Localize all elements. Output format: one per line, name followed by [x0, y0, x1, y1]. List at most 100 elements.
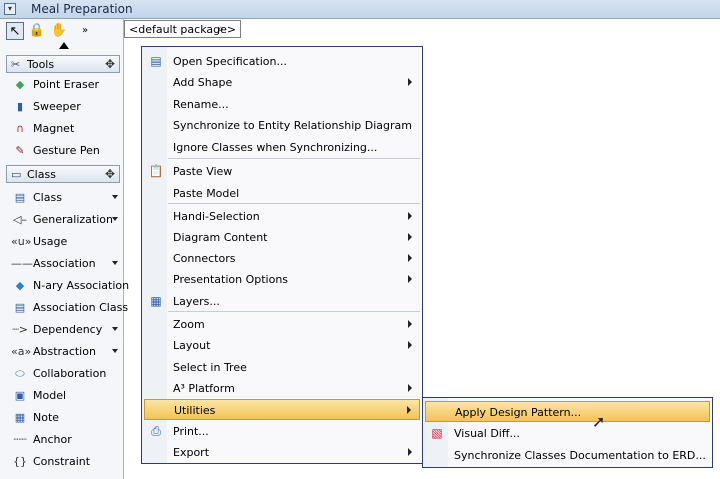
palette-item-label: Note — [33, 411, 60, 424]
visual-diff-icon: ▧ — [431, 426, 443, 440]
layers-icon: ▦ — [150, 294, 162, 308]
palette-item[interactable]: ◁– Generalization — [9, 209, 121, 231]
menu-item[interactable]: Zoom — [144, 314, 420, 335]
menu-item-label: Ignore Classes when Synchronizing... — [173, 141, 378, 154]
menu-separator — [168, 311, 420, 312]
submenu-arrow-icon — [408, 78, 412, 86]
palette-item[interactable]: ┈> Dependency — [9, 319, 121, 341]
submenu-arrow-icon — [408, 254, 412, 262]
menu-item[interactable]: ▦ Layers... — [144, 291, 420, 312]
palette-item[interactable]: «u» Usage — [9, 231, 121, 253]
generalization-icon: ◁– — [13, 213, 27, 226]
menu-item[interactable]: ▤ Open Specification... — [144, 51, 420, 72]
menu-item[interactable]: 📋 Paste View — [144, 161, 420, 182]
palette-item-label: Collaboration — [33, 367, 107, 380]
menu-item[interactable]: ⎙ Print... — [144, 421, 420, 442]
palette-item[interactable]: ┈┈ Anchor — [9, 429, 121, 451]
eraser-icon: ◆ — [15, 78, 25, 91]
palette-item-label: Model — [33, 389, 67, 402]
abstraction-icon: «a» — [11, 345, 32, 358]
palette-item-label: Association Class — [33, 301, 129, 314]
menu-separator — [168, 158, 420, 159]
window-menu-icon[interactable]: ▾ — [4, 3, 16, 15]
menu-item-label: Presentation Options — [173, 273, 289, 286]
palette-item[interactable]: ▤ Association Class — [9, 297, 128, 319]
palette-item[interactable]: ◆ N-ary Association — [9, 275, 129, 297]
menu-item[interactable]: Handi-Selection — [144, 206, 420, 227]
menu-item-label: Handi-Selection — [173, 210, 260, 223]
lock-icon[interactable]: 🔒 — [28, 22, 46, 40]
palette-group-0[interactable]: ✂ Tools ✥ — [6, 55, 120, 73]
palette-item[interactable]: ▣ Model — [9, 385, 121, 407]
palette-item-label: Class — [33, 191, 62, 204]
pin-icon[interactable]: ✥ — [105, 57, 115, 71]
menu-item[interactable]: Add Shape — [144, 72, 420, 93]
menu-item[interactable]: Synchronize to Entity Relationship Diagr… — [144, 115, 420, 136]
menu-item-label: Select in Tree — [173, 361, 247, 374]
search-icon[interactable]: ⌕ — [218, 24, 224, 35]
palette-item[interactable]: ✎ Gesture Pen — [9, 140, 121, 162]
palette-item[interactable]: ▮ Sweeper — [9, 96, 121, 118]
menu-item-label: Diagram Content — [173, 231, 268, 244]
palette-item[interactable]: «a» Abstraction — [9, 341, 121, 363]
association-icon: —— — [11, 257, 33, 270]
palette-group-1[interactable]: ▭ Class ✥ — [6, 165, 120, 183]
palette-item[interactable]: ∩ Magnet — [9, 118, 121, 140]
model-icon: ▣ — [14, 389, 26, 402]
diagram-toolbar-palette: ↖ 🔒 ✋ » ✂ Tools ✥ ◆ Point Eraser ▮ Sweeper… — [0, 19, 129, 479]
menu-item[interactable]: Diagram Content — [144, 227, 420, 248]
palette-toolstrip: ↖ 🔒 ✋ » — [6, 20, 118, 54]
nary-association-icon: ◆ — [15, 279, 25, 292]
menu-item[interactable]: A³ Platform — [144, 378, 420, 399]
submenu-item[interactable]: ▧ Visual Diff... — [425, 423, 710, 444]
menu-item-label: Print... — [173, 425, 209, 438]
palette-item[interactable]: ◆ Point Eraser — [9, 74, 121, 96]
menu-item-label: Rename... — [173, 98, 229, 111]
palette-item[interactable]: ▤ Class — [9, 187, 121, 209]
palette-item[interactable]: ▦ Note — [9, 407, 121, 429]
submenu-item[interactable]: Synchronize Classes Documentation to ERD… — [425, 445, 710, 466]
menu-item[interactable]: Layout — [144, 335, 420, 356]
print-icon: ⎙ — [151, 424, 161, 438]
submenu-arrow-icon — [408, 320, 412, 328]
expand-chevron-icon[interactable]: » — [76, 22, 94, 40]
dropdown-arrow-icon[interactable] — [112, 327, 118, 331]
menu-item[interactable]: Utilities — [144, 399, 420, 420]
anchor-icon: ┈┈ — [13, 433, 27, 446]
palette-item-label: Anchor — [33, 433, 72, 446]
menu-item[interactable]: Export — [144, 442, 420, 463]
menu-item-label: Add Shape — [173, 76, 233, 89]
menu-item[interactable]: Connectors — [144, 248, 420, 269]
dropdown-arrow-icon[interactable] — [112, 349, 118, 353]
submenu-item[interactable]: Apply Design Pattern... — [425, 401, 710, 422]
menu-item[interactable]: Select in Tree — [144, 357, 420, 378]
submenu-arrow-icon — [408, 212, 412, 220]
menu-item[interactable]: Ignore Classes when Synchronizing... — [144, 137, 420, 158]
palette-item-label: Abstraction — [33, 345, 96, 358]
hand-icon[interactable]: ✋ — [50, 22, 68, 40]
palette-item-label: Usage — [33, 235, 68, 248]
dropdown-arrow-icon[interactable] — [112, 261, 118, 265]
note-icon: ▦ — [14, 411, 26, 424]
menu-item[interactable]: Rename... — [144, 94, 420, 115]
palette-item[interactable]: {} Constraint — [9, 451, 121, 473]
submenu-item-label: Synchronize Classes Documentation to ERD… — [454, 449, 706, 462]
menu-item-label: A³ Platform — [173, 382, 235, 395]
pin-icon[interactable]: ✥ — [105, 167, 115, 181]
context-menu: ▤ Open Specification... Add Shape Rename...… — [141, 46, 423, 464]
palette-item-label: Dependency — [33, 323, 103, 336]
selected-tool-caret-icon — [59, 42, 69, 49]
palette-item[interactable]: ⬭ Collaboration — [9, 363, 121, 385]
window-title: Meal Preparation — [31, 2, 133, 16]
menu-item[interactable]: Presentation Options — [144, 269, 420, 290]
selector-arrow-icon[interactable]: ↖ — [6, 22, 24, 40]
palette-item-label: Association — [33, 257, 96, 270]
menu-item-label: Paste Model — [173, 187, 240, 200]
menu-item-label: Export — [173, 446, 210, 459]
dropdown-arrow-icon[interactable] — [112, 217, 118, 221]
dropdown-arrow-icon[interactable] — [112, 195, 118, 199]
menu-item[interactable]: Paste Model — [144, 183, 420, 204]
submenu-arrow-icon — [408, 341, 412, 349]
palette-item-label: Magnet — [33, 122, 75, 135]
palette-item[interactable]: —— Association — [9, 253, 121, 275]
